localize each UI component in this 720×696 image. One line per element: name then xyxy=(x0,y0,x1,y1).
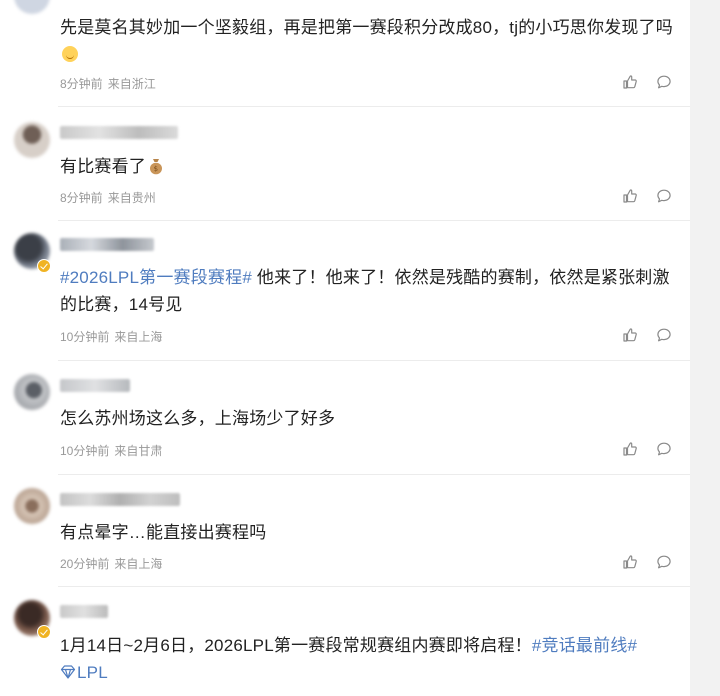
username[interactable] xyxy=(60,126,178,139)
avatar[interactable] xyxy=(14,374,50,410)
reply-icon[interactable] xyxy=(656,554,672,570)
comment-meta: 8分钟前 来自贵州 xyxy=(60,189,156,206)
comment-item: 1月14日~2月6日，2026LPL第一赛段常规赛组内赛即将启程！#竞话最前线#… xyxy=(0,587,690,696)
money-bag-icon: $ xyxy=(150,159,162,175)
comment-text: 先是莫名其妙加一个坚毅组，再是把第一赛段积分改成80，tj的小巧思你发现了吗 xyxy=(60,14,682,68)
comment-text: 1月14日~2月6日，2026LPL第一赛段常规赛组内赛即将启程！#竞话最前线#… xyxy=(60,632,682,686)
reply-icon[interactable] xyxy=(656,441,672,457)
grinning-emoji-icon xyxy=(62,46,78,62)
avatar[interactable] xyxy=(14,122,50,158)
verified-badge-icon xyxy=(37,625,51,639)
comment-text: 有比赛看了 $ xyxy=(60,153,682,180)
avatar[interactable] xyxy=(14,488,50,524)
reply-icon[interactable] xyxy=(656,74,672,90)
comment-body: 有比赛看了 xyxy=(60,157,146,176)
scrollbar-track[interactable] xyxy=(690,0,720,696)
comment-item: 有点晕字…能直接出赛程吗 20分钟前 来自上海 xyxy=(0,475,690,587)
comment-meta: 8分钟前 来自浙江 xyxy=(60,75,156,92)
verified-badge-icon xyxy=(37,259,51,273)
super-topic-link[interactable]: LPL xyxy=(60,663,108,682)
like-icon[interactable] xyxy=(622,188,638,204)
comment-meta: 10分钟前 来自甘肃 xyxy=(60,442,162,459)
comment-feed: 先是莫名其妙加一个坚毅组，再是把第一赛段积分改成80，tj的小巧思你发现了吗 8… xyxy=(0,0,690,696)
comment-item: 先是莫名其妙加一个坚毅组，再是把第一赛段积分改成80，tj的小巧思你发现了吗 8… xyxy=(0,0,690,107)
comment-body: 先是莫名其妙加一个坚毅组，再是把第一赛段积分改成80，tj的小巧思你发现了吗 xyxy=(60,18,674,37)
comment-meta: 10分钟前 来自上海 xyxy=(60,328,162,345)
like-icon[interactable] xyxy=(622,327,638,343)
like-icon[interactable] xyxy=(622,74,638,90)
comment-location: 来自上海 xyxy=(114,557,163,571)
reply-icon[interactable] xyxy=(656,327,672,343)
username[interactable] xyxy=(60,379,130,392)
comment-time: 8分钟前 xyxy=(60,77,103,91)
comment-text: #2026LPL第一赛段赛程# 他来了！他来了！依然是残酷的赛制，依然是紧张刺激… xyxy=(60,264,682,318)
topic-link[interactable]: #2026LPL第一赛段赛程# xyxy=(60,268,252,287)
comment-text: 有点晕字…能直接出赛程吗 xyxy=(60,519,682,546)
svg-text:$: $ xyxy=(154,165,159,173)
comment-time: 10分钟前 xyxy=(60,330,110,344)
comment-time: 8分钟前 xyxy=(60,191,103,205)
comment-time: 20分钟前 xyxy=(60,557,110,571)
comment-item: 有比赛看了 $ 8分钟前 来自贵州 xyxy=(0,107,690,221)
like-icon[interactable] xyxy=(622,554,638,570)
comment-body: 有点晕字…能直接出赛程吗 xyxy=(60,523,267,542)
comment-location: 来自甘肃 xyxy=(114,444,163,458)
reply-icon[interactable] xyxy=(656,188,672,204)
comment-text: 怎么苏州场这么多，上海场少了好多 xyxy=(60,405,682,432)
avatar[interactable] xyxy=(14,0,50,14)
topic-link[interactable]: #竞话最前线# xyxy=(532,636,637,655)
comment-item: #2026LPL第一赛段赛程# 他来了！他来了！依然是残酷的赛制，依然是紧张刺激… xyxy=(0,221,690,361)
username[interactable] xyxy=(60,493,180,506)
comment-time: 10分钟前 xyxy=(60,444,110,458)
diamond-icon xyxy=(60,665,76,679)
comment-body: 1月14日~2月6日，2026LPL第一赛段常规赛组内赛即将启程！ xyxy=(60,636,532,655)
super-topic-label: LPL xyxy=(77,663,108,682)
username[interactable] xyxy=(60,605,108,618)
comment-location: 来自浙江 xyxy=(107,77,156,91)
comment-location: 来自上海 xyxy=(114,330,163,344)
comment-item: 怎么苏州场这么多，上海场少了好多 10分钟前 来自甘肃 xyxy=(0,361,690,475)
username[interactable] xyxy=(60,238,154,251)
like-icon[interactable] xyxy=(622,441,638,457)
comment-location: 来自贵州 xyxy=(107,191,156,205)
comment-body: 怎么苏州场这么多，上海场少了好多 xyxy=(60,409,336,428)
comment-meta: 20分钟前 来自上海 xyxy=(60,555,162,572)
